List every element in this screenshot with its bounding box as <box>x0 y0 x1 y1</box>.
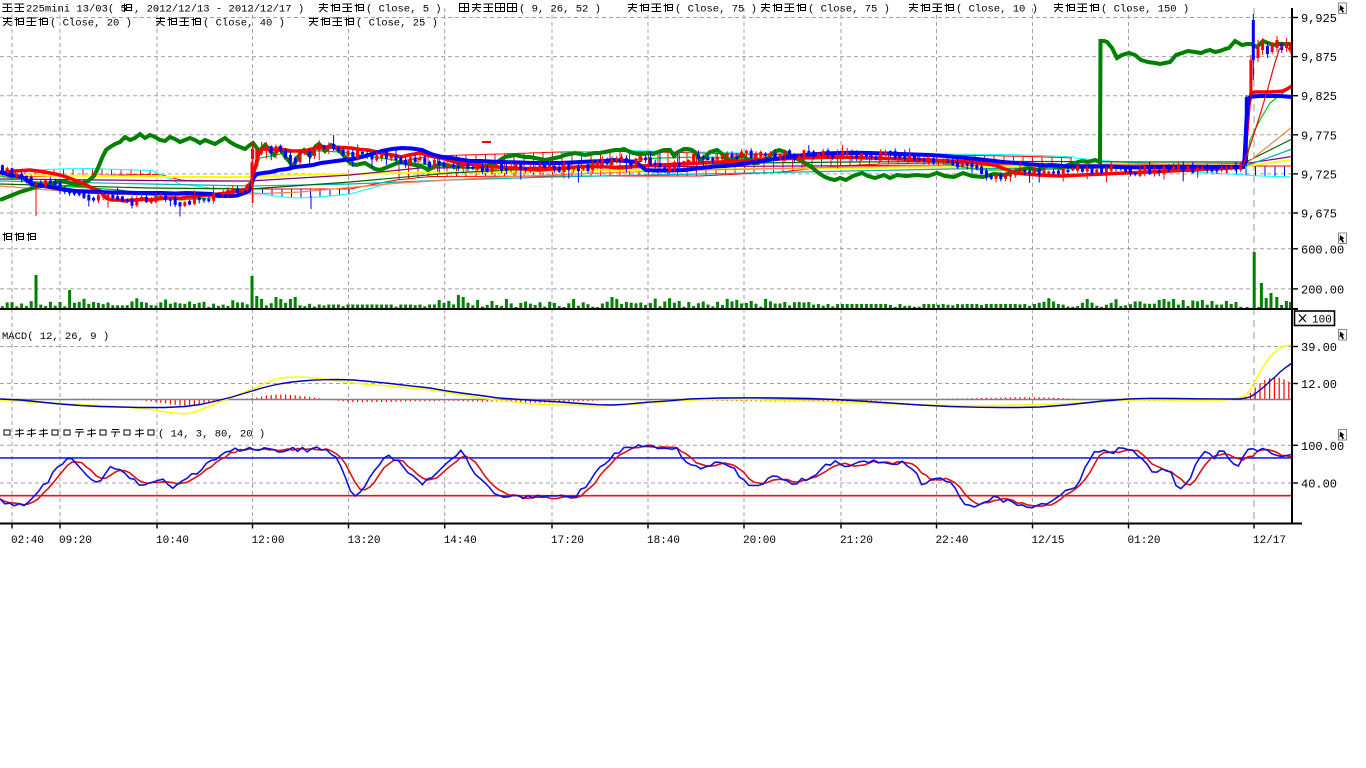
svg-text:9,775: 9,775 <box>1301 129 1337 143</box>
svg-text:( Close, 5 ): ( Close, 5 ) <box>366 4 442 16</box>
svg-text:9,825: 9,825 <box>1301 90 1337 104</box>
svg-text:9,875: 9,875 <box>1301 51 1337 65</box>
svg-text:MACD( 12, 26, 9 ): MACD( 12, 26, 9 ) <box>2 331 109 343</box>
svg-text:9,675: 9,675 <box>1301 208 1337 222</box>
svg-text:12/15: 12/15 <box>1032 535 1065 547</box>
svg-text:22:40: 22:40 <box>936 535 969 547</box>
svg-text:10:40: 10:40 <box>156 535 189 547</box>
svg-text:12/17: 12/17 <box>1253 535 1286 547</box>
svg-text:01:20: 01:20 <box>1128 535 1161 547</box>
svg-text:( 9, 26, 52 ): ( 9, 26, 52 ) <box>519 4 601 16</box>
svg-text:( Close, 40 ): ( Close, 40 ) <box>203 18 285 30</box>
svg-text:( Close, 10 ): ( Close, 10 ) <box>956 4 1038 16</box>
svg-text:225mini 13/03( 5: 225mini 13/03( 5 <box>26 4 127 16</box>
svg-text:9,725: 9,725 <box>1301 168 1337 182</box>
svg-text:18:40: 18:40 <box>647 535 680 547</box>
svg-text:, 2012/12/13 - 2012/12/17 ): , 2012/12/13 - 2012/12/17 ) <box>134 4 304 16</box>
svg-text:20:00: 20:00 <box>743 535 776 547</box>
svg-text:39.00: 39.00 <box>1301 341 1337 355</box>
svg-text:100.00: 100.00 <box>1301 440 1344 454</box>
svg-text:600.00: 600.00 <box>1301 243 1344 257</box>
svg-text:02:40: 02:40 <box>11 535 44 547</box>
svg-text:( 14, 3, 80, 20 ): ( 14, 3, 80, 20 ) <box>158 429 265 441</box>
svg-text:( Close, 75 ): ( Close, 75 ) <box>675 4 757 16</box>
svg-text:( Close, 75 ): ( Close, 75 ) <box>808 4 890 16</box>
svg-text:9,925: 9,925 <box>1301 12 1337 26</box>
svg-text:14:40: 14:40 <box>444 535 477 547</box>
svg-text:17:20: 17:20 <box>551 535 584 547</box>
svg-text:( Close, 20 ): ( Close, 20 ) <box>50 18 132 30</box>
svg-text:13:20: 13:20 <box>348 535 381 547</box>
svg-text:40.00: 40.00 <box>1301 478 1337 492</box>
svg-text:( Close, 150 ): ( Close, 150 ) <box>1101 4 1189 16</box>
svg-text:100: 100 <box>1312 315 1332 327</box>
svg-text:200.00: 200.00 <box>1301 283 1344 297</box>
svg-text:09:20: 09:20 <box>59 535 92 547</box>
svg-text:( Close, 25 ): ( Close, 25 ) <box>356 18 438 30</box>
svg-text:12:00: 12:00 <box>252 535 285 547</box>
svg-text:21:20: 21:20 <box>840 535 873 547</box>
svg-text:12.00: 12.00 <box>1301 378 1337 392</box>
